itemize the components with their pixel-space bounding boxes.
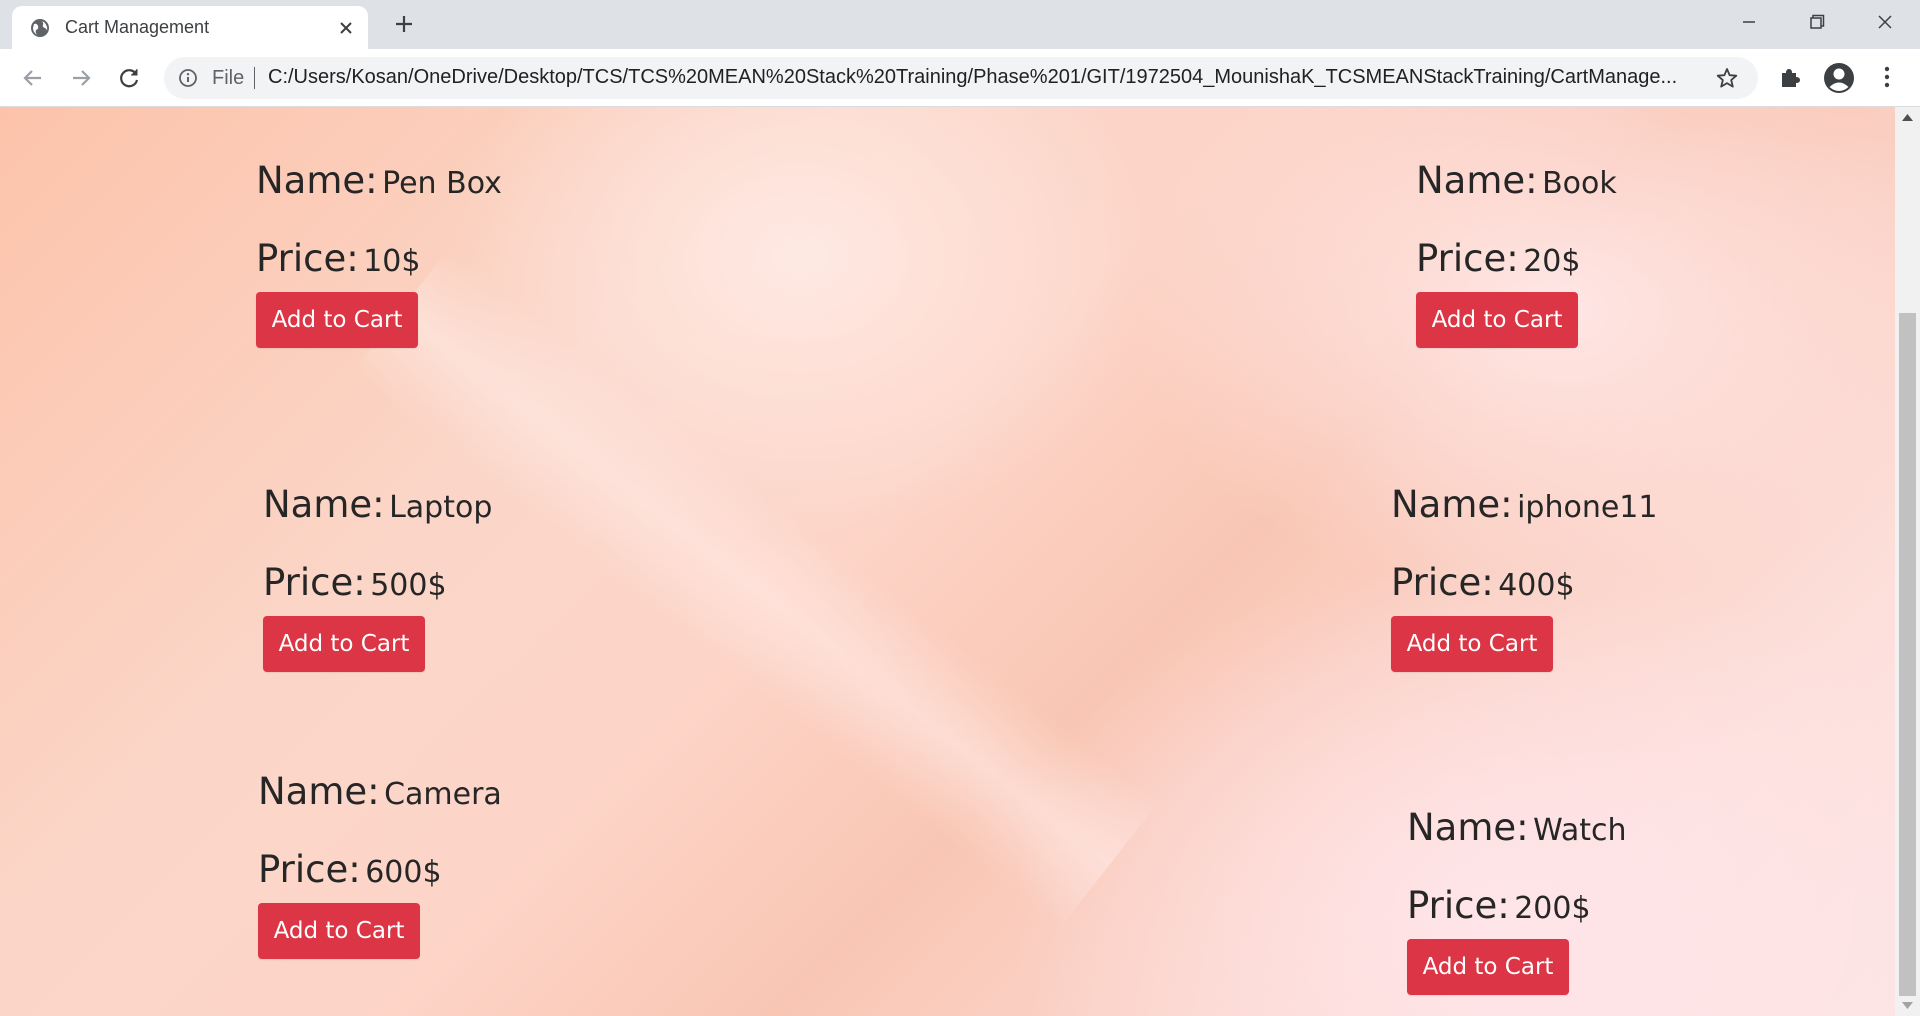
product-price-row: Price: 200$ [1407, 884, 1591, 927]
product-name-row: Name: Camera [258, 770, 502, 813]
add-to-cart-button[interactable]: Add to Cart [1416, 292, 1578, 348]
product-name: Camera [384, 777, 502, 812]
add-to-cart-button[interactable]: Add to Cart [263, 616, 425, 672]
price-label: Price: [1391, 561, 1494, 604]
product-name: iphone11 [1517, 490, 1658, 525]
product-price: 10$ [363, 244, 421, 279]
star-icon[interactable] [1716, 67, 1738, 89]
product-price: 20$ [1523, 244, 1581, 279]
name-label: Name: [1416, 159, 1538, 202]
globe-icon [31, 19, 49, 37]
back-icon[interactable] [18, 63, 48, 93]
reload-icon[interactable] [114, 63, 144, 93]
profile-icon[interactable] [1823, 62, 1855, 94]
product-price-row: Price: 10$ [256, 237, 420, 280]
add-to-cart-button[interactable]: Add to Cart [258, 903, 420, 959]
product-price: 200$ [1514, 891, 1591, 926]
new-tab-icon[interactable] [392, 12, 416, 36]
tab-title: Cart Management [65, 17, 210, 37]
product-name: Laptop [389, 490, 493, 525]
tab-strip: Cart Management [0, 0, 1920, 49]
scroll-down-arrow-icon[interactable] [1902, 1002, 1913, 1010]
name-label: Name: [256, 159, 378, 202]
product-name-row: Name: Pen Box [256, 159, 502, 202]
url-text[interactable]: C:/Users/Kosan/OneDrive/Desktop/TCS/TCS%… [268, 66, 1688, 89]
product-price: 400$ [1498, 568, 1575, 603]
background-streak [351, 247, 1160, 928]
product-price: 500$ [370, 568, 447, 603]
extensions-icon[interactable] [1776, 63, 1804, 91]
product-price: 600$ [365, 855, 442, 890]
scrollbar-thumb[interactable] [1899, 313, 1916, 996]
product-name-row: Name: iphone11 [1391, 483, 1657, 526]
minimize-icon[interactable] [1726, 8, 1772, 38]
address-scheme-label: File [212, 67, 245, 89]
price-label: Price: [263, 561, 366, 604]
window-close-icon[interactable] [1862, 8, 1908, 38]
add-to-cart-button[interactable]: Add to Cart [256, 292, 418, 348]
name-label: Name: [1407, 806, 1529, 849]
price-label: Price: [256, 237, 359, 280]
price-label: Price: [1407, 884, 1510, 927]
product-price-row: Price: 600$ [258, 848, 442, 891]
name-label: Name: [1391, 483, 1513, 526]
close-icon[interactable] [336, 18, 356, 38]
add-to-cart-button[interactable]: Add to Cart [1407, 939, 1569, 995]
price-label: Price: [258, 848, 361, 891]
info-icon[interactable] [178, 68, 198, 88]
forward-icon[interactable] [66, 63, 96, 93]
scroll-up-arrow-icon[interactable] [1902, 113, 1913, 121]
add-to-cart-button[interactable]: Add to Cart [1391, 616, 1553, 672]
price-label: Price: [1416, 237, 1519, 280]
name-label: Name: [263, 483, 385, 526]
product-name-row: Name: Laptop [263, 483, 492, 526]
product-price-row: Price: 500$ [263, 561, 447, 604]
product-price-row: Price: 400$ [1391, 561, 1575, 604]
product-price-row: Price: 20$ [1416, 237, 1580, 280]
name-label: Name: [258, 770, 380, 813]
product-name: Watch [1533, 813, 1627, 848]
menu-icon[interactable] [1874, 64, 1900, 90]
product-name-row: Name: Watch [1407, 806, 1626, 849]
product-name: Pen Box [382, 166, 502, 201]
product-name: Book [1542, 166, 1617, 201]
vertical-scrollbar[interactable] [1895, 107, 1920, 1016]
browser-toolbar: File C:/Users/Kosan/OneDrive/Desktop/TCS… [0, 49, 1920, 107]
address-bar[interactable]: File C:/Users/Kosan/OneDrive/Desktop/TCS… [164, 57, 1758, 99]
address-separator [254, 67, 255, 89]
restore-icon[interactable] [1793, 8, 1839, 38]
browser-tab[interactable]: Cart Management [12, 6, 368, 49]
product-name-row: Name: Book [1416, 159, 1617, 202]
page-viewport: Name: Pen Box Price: 10$ Add to Cart Nam… [0, 107, 1895, 1016]
